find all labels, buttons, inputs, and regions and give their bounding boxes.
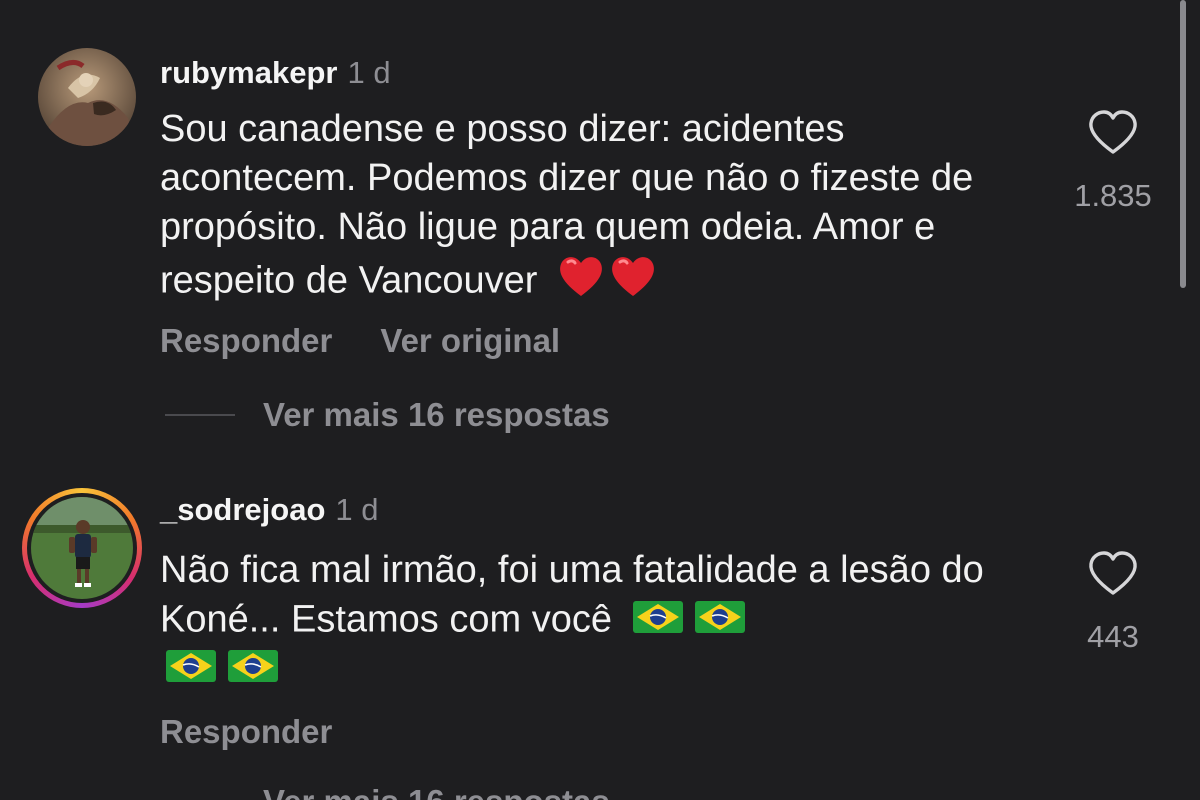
like-button[interactable]: 1.835 bbox=[1063, 110, 1163, 214]
see-original-button[interactable]: Ver original bbox=[380, 322, 560, 359]
timestamp: 1 d bbox=[347, 55, 391, 90]
like-button[interactable]: 443 bbox=[1063, 551, 1163, 655]
comment-header: rubymakepr 1 d bbox=[160, 55, 391, 91]
heart-outline-icon[interactable] bbox=[1087, 110, 1139, 156]
brazil-flag-icon bbox=[631, 595, 751, 648]
username[interactable]: rubymakepr bbox=[160, 55, 337, 90]
view-replies-button[interactable]: Ver mais 16 respostas bbox=[165, 395, 610, 435]
comment-actions: Responder bbox=[160, 713, 380, 751]
divider bbox=[165, 414, 235, 416]
comment-text: Não fica mal irmão, foi uma fatalidade a… bbox=[160, 549, 984, 641]
timestamp: 1 d bbox=[335, 492, 379, 527]
reply-button[interactable]: Responder bbox=[160, 713, 332, 750]
avatar[interactable] bbox=[38, 48, 136, 146]
scrollbar[interactable] bbox=[1180, 0, 1186, 288]
comment-actions: Responder Ver original bbox=[160, 322, 608, 360]
comments-screen: rubymakepr 1 d Sou canadense e posso dize… bbox=[0, 0, 1200, 800]
comment-body: Não fica mal irmão, foi uma fatalidade a… bbox=[160, 546, 1040, 648]
red-heart-icon: ❤️❤️ bbox=[556, 252, 658, 313]
comment-body: Sou canadense e posso dizer: acidentes a… bbox=[160, 105, 1040, 313]
like-count: 443 bbox=[1087, 619, 1139, 654]
view-replies-label: Ver mais 16 respostas bbox=[263, 783, 610, 800]
like-count: 1.835 bbox=[1074, 178, 1152, 213]
reply-button[interactable]: Responder bbox=[160, 322, 332, 359]
brazil-flag-icon: 🇧🇷🇧🇷🇧🇷🇧🇷 bbox=[164, 644, 284, 697]
avatar[interactable] bbox=[31, 497, 133, 599]
username[interactable]: _sodrejoao bbox=[160, 492, 325, 527]
view-replies-button[interactable]: Ver mais 16 respostas bbox=[165, 782, 610, 800]
comment-header: _sodrejoao 1 d bbox=[160, 492, 379, 528]
comment-body-emoji-line: 🇧🇷🇧🇷🇧🇷🇧🇷 bbox=[160, 644, 1040, 697]
heart-outline-icon[interactable] bbox=[1087, 551, 1139, 597]
view-replies-label: Ver mais 16 respostas bbox=[263, 396, 610, 433]
